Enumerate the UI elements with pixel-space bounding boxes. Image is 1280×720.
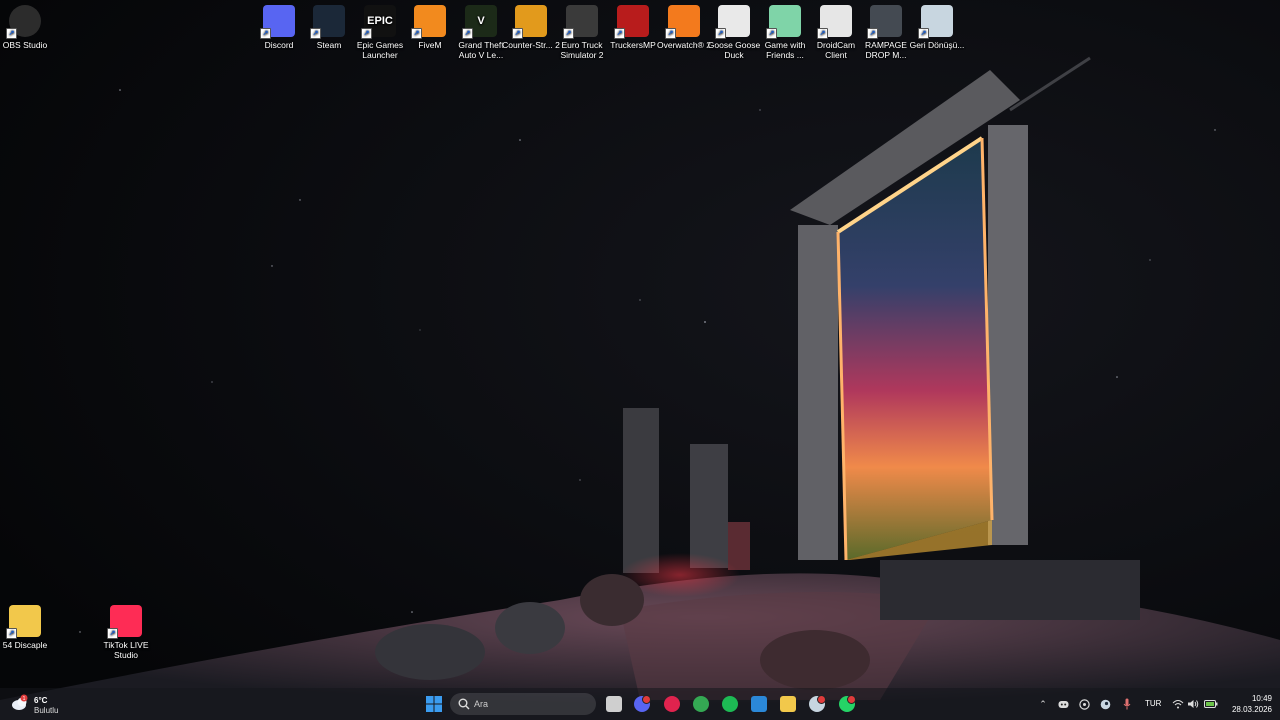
folder-icon: ↗	[6, 605, 41, 639]
steam-taskbar[interactable]	[806, 693, 828, 715]
chrome-taskbar[interactable]	[690, 693, 712, 715]
shortcut-arrow-icon: ↗	[6, 28, 17, 39]
start-button[interactable]	[423, 693, 445, 715]
battery-icon	[1204, 700, 1218, 708]
opera-gx-icon	[664, 696, 680, 712]
tray-discord[interactable]	[1055, 694, 1071, 714]
taskview-icon	[606, 696, 622, 712]
search-icon	[458, 698, 470, 710]
tray-microphone[interactable]	[1119, 694, 1135, 714]
shortcut-arrow-icon: ↗	[310, 28, 321, 39]
steam-icon	[1100, 699, 1110, 709]
shortcut-arrow-icon: ↗	[361, 28, 372, 39]
desktop-icon-label: TikTok LIVE Studio	[103, 640, 149, 660]
tiktok-live-studio-icon: ↗	[107, 605, 142, 639]
desktop-icon-label: Geri Dönüşü...	[909, 40, 965, 50]
shortcut-arrow-icon: ↗	[614, 28, 625, 39]
steam-icon	[809, 695, 826, 712]
whatsapp-taskbar[interactable]	[836, 693, 858, 715]
desktop-icon-label: 54 Discaple	[2, 640, 48, 650]
shortcut-arrow-icon: ↗	[867, 28, 878, 39]
shortcut-arrow-icon: ↗	[462, 28, 473, 39]
discord-taskbar[interactable]	[631, 693, 653, 715]
tray-obs[interactable]	[1076, 694, 1092, 714]
notification-badge	[642, 695, 651, 704]
fivem-icon: ↗	[411, 5, 446, 39]
file-explorer-taskview[interactable]	[603, 693, 625, 715]
windows-icon	[426, 696, 442, 712]
steam-icon: ↗	[310, 5, 345, 39]
desktop-icon-tiktok-live-studio[interactable]: ↗ TikTok LIVE Studio	[94, 601, 158, 660]
epic-games-icon: EPIC ↗	[361, 5, 396, 39]
tray-battery[interactable]	[1203, 694, 1219, 714]
search-placeholder: Ara	[474, 699, 489, 709]
files-taskbar[interactable]	[777, 693, 799, 715]
shortcut-arrow-icon: ↗	[512, 28, 523, 39]
discord-icon	[634, 695, 651, 712]
shortcut-arrow-icon: ↗	[665, 28, 676, 39]
recycle-bin-icon: ↗	[918, 5, 953, 39]
taskbar-clock[interactable]: 10:49 28.03.2026	[1222, 693, 1272, 715]
show-hidden-icons-button[interactable]: ⌃	[1035, 694, 1051, 714]
store-taskbar[interactable]	[748, 693, 770, 715]
whatsapp-icon	[839, 695, 856, 712]
opera-gx-taskbar[interactable]	[661, 693, 683, 715]
tray-steam[interactable]	[1097, 694, 1113, 714]
rampage-drop-icon: ↗	[867, 5, 902, 39]
notification-badge	[817, 695, 826, 704]
shortcut-arrow-icon: ↗	[107, 628, 118, 639]
icon-glyph-text: EPIC	[367, 15, 393, 27]
shortcut-arrow-icon: ↗	[411, 28, 422, 39]
icon-glyph-text: V	[477, 15, 485, 27]
shortcut-arrow-icon: ↗	[766, 28, 777, 39]
weather-badge-count: 1	[23, 696, 26, 702]
microphone-icon	[1123, 698, 1131, 710]
desktop-icon-folder[interactable]: ↗ 54 Discaple	[0, 601, 57, 650]
obs-icon	[1078, 698, 1090, 710]
notification-badge	[847, 695, 856, 704]
shortcut-arrow-icon: ↗	[715, 28, 726, 39]
clock-date: 28.03.2026	[1231, 705, 1272, 714]
counter-strike-icon: ↗	[512, 5, 547, 39]
spotify-icon	[722, 696, 738, 712]
store-icon	[751, 696, 767, 712]
truckersmp-icon: ↗	[614, 5, 649, 39]
droidcam-icon: ↗	[817, 5, 852, 39]
cloud-icon: 1	[12, 694, 28, 710]
euro-truck-icon: ↗	[563, 5, 598, 39]
desktop-icon-label: OBS Studio	[2, 40, 48, 50]
goose-goose-duck-icon: ↗	[715, 5, 750, 39]
shortcut-arrow-icon: ↗	[918, 28, 929, 39]
chevron-up-icon: ⌃	[1039, 698, 1047, 709]
obs-icon: ↗	[6, 5, 41, 39]
discord-icon	[1058, 700, 1068, 708]
wifi-icon	[1172, 700, 1184, 709]
overwatch-icon: ↗	[665, 5, 700, 39]
tray-volume[interactable]	[1185, 694, 1201, 714]
desktop-icon-recycle-bin[interactable]: ↗ Geri Dönüşü...	[905, 1, 969, 50]
spotify-taskbar[interactable]	[719, 693, 741, 715]
tray-wifi[interactable]	[1170, 694, 1186, 714]
shortcut-arrow-icon: ↗	[6, 628, 17, 639]
volume-icon	[1188, 700, 1199, 708]
chrome-icon	[693, 696, 709, 712]
desktop-icon-obs[interactable]: ↗ OBS Studio	[0, 1, 57, 50]
shortcut-arrow-icon: ↗	[563, 28, 574, 39]
shortcut-arrow-icon: ↗	[260, 28, 271, 39]
gta-v-icon: V ↗	[462, 5, 497, 39]
input-language-indicator[interactable]: TUR	[1145, 699, 1161, 708]
game-with-friends-icon: ↗	[766, 5, 801, 39]
taskbar: 1 6°C Bulutlu Ara ⌃ TUR 10:49 28.03.2026	[0, 688, 1280, 720]
folder-icon	[780, 696, 796, 712]
weather-description: Bulutlu	[34, 706, 59, 715]
shortcut-arrow-icon: ↗	[817, 28, 828, 39]
discord-icon: ↗	[260, 5, 295, 39]
clock-time: 10:49	[1251, 694, 1272, 703]
desktop-wallpaper	[0, 0, 1280, 720]
weather-temperature: 6°C	[34, 696, 48, 705]
search-input[interactable]: Ara	[450, 693, 596, 715]
